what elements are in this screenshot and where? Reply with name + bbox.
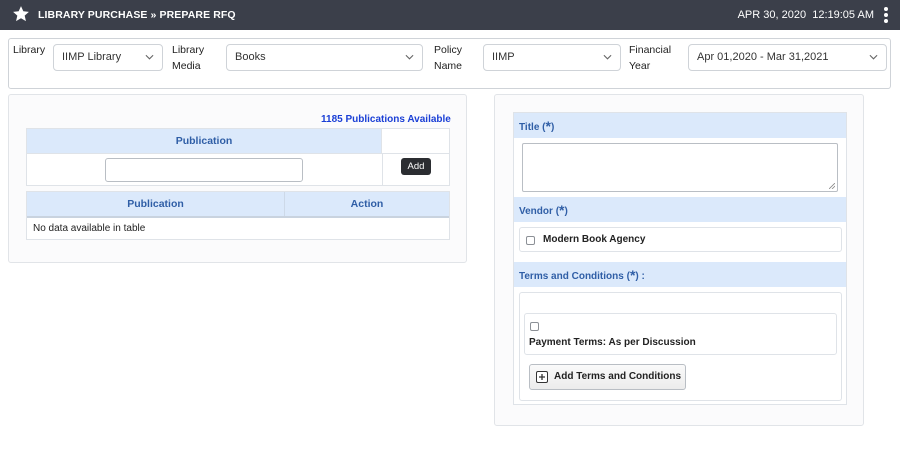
policy-select-value: IIMP [492, 51, 515, 63]
terms-label: Terms and Conditions [519, 271, 624, 282]
media-label-line1: Library [172, 44, 205, 56]
year-label-line2: Year [629, 60, 651, 72]
library-select[interactable]: IIMP Library [53, 44, 163, 71]
paren-close: ) [564, 206, 568, 217]
empty-table-message: No data available in table [33, 223, 146, 234]
year-select-value: Apr 01,2020 - Mar 31,2021 [697, 51, 829, 63]
title-header: Title (*) [514, 113, 846, 138]
add-publication-button[interactable]: Add [401, 158, 431, 175]
publication-column-header[interactable]: Publication [27, 192, 285, 216]
term-checkbox[interactable] [530, 322, 539, 331]
date-time: APR 30, 2020 12:19:05 AM [738, 9, 874, 21]
paren-close: ) [550, 122, 555, 133]
year-select[interactable]: Apr 01,2020 - Mar 31,2021 [688, 44, 887, 71]
vendor-checkbox[interactable] [526, 236, 535, 245]
library-label: Library [13, 44, 46, 56]
add-terms-label: Add Terms and Conditions [554, 371, 682, 382]
chevron-down-icon [869, 54, 878, 60]
year-label: Financial Year [629, 42, 671, 74]
vendor-header: Vendor (*) [514, 197, 846, 222]
term-text: Payment Terms: As per Discussion [529, 337, 696, 348]
media-label-line2: Media [172, 60, 201, 72]
media-select[interactable]: Books [226, 44, 423, 71]
terms-header: Terms and Conditions (*) : [514, 262, 846, 287]
publication-search-input[interactable] [105, 158, 303, 182]
library-select-value: IIMP Library [62, 51, 122, 63]
title-label: Title [519, 122, 540, 133]
policy-label: Policy Name [434, 42, 462, 74]
top-bar: LIBRARY PURCHASE » PREPARE RFQ APR 30, 2… [0, 0, 900, 30]
policy-select[interactable]: IIMP [483, 44, 621, 71]
publication-column-header: Publication [27, 129, 382, 154]
media-label: Library Media [172, 42, 204, 74]
terms-container: Payment Terms: As per Discussion Add Ter… [519, 292, 842, 401]
publication-entry-table: Publication Add [26, 128, 450, 186]
publication-results-table: Publication Action No data available in … [26, 191, 450, 240]
star-icon[interactable] [12, 5, 30, 23]
plus-square-icon [536, 371, 548, 383]
term-item[interactable]: Payment Terms: As per Discussion [524, 313, 837, 355]
policy-label-line1: Policy [434, 44, 463, 56]
publications-available-count: 1185 Publications Available [321, 114, 451, 125]
breadcrumb: LIBRARY PURCHASE » PREPARE RFQ [38, 9, 236, 21]
chevron-down-icon [145, 54, 154, 60]
date-text: APR 30, 2020 [737, 9, 807, 21]
policy-label-line2: Name [434, 60, 463, 72]
filter-bar: Library IIMP Library Library Media Books… [8, 38, 891, 89]
chevron-down-icon [405, 54, 414, 60]
chevron-down-icon [603, 54, 612, 60]
add-terms-button[interactable]: Add Terms and Conditions [529, 364, 686, 390]
title-textarea[interactable] [522, 143, 838, 192]
rfq-form: Title (*) Vendor (*) Modern Book Agency … [513, 112, 847, 405]
paren-close-colon: ) : [635, 271, 645, 282]
time-text: 12:19:05 AM [812, 9, 874, 21]
required-asterisk: * [629, 267, 636, 283]
paren-open: ( [542, 122, 546, 133]
divider [382, 154, 383, 186]
resize-handle-icon[interactable] [829, 183, 835, 189]
rfq-panel: Title (*) Vendor (*) Modern Book Agency … [494, 94, 864, 426]
divider [27, 216, 449, 218]
required-asterisk: * [559, 202, 565, 218]
kebab-menu-icon[interactable] [883, 7, 889, 23]
required-asterisk: * [545, 118, 551, 134]
media-select-value: Books [235, 51, 266, 63]
vendor-item[interactable]: Modern Book Agency [519, 227, 842, 252]
vendor-label: Vendor [519, 206, 553, 217]
year-label-line1: Financial [629, 44, 672, 56]
publication-panel: 1185 Publications Available Publication … [8, 94, 467, 263]
action-header-blank [382, 129, 449, 154]
vendor-name: Modern Book Agency [543, 234, 646, 245]
action-column-header[interactable]: Action [285, 192, 449, 216]
